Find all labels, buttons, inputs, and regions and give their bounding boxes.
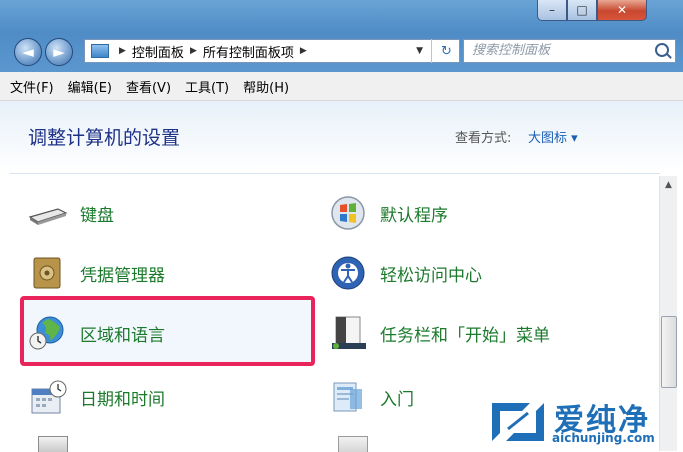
item-label: 任务栏和「开始」菜单 bbox=[380, 325, 550, 346]
item-label: 日期和时间 bbox=[80, 389, 165, 410]
item-label: 凭据管理器 bbox=[80, 265, 165, 286]
partial-item-icon bbox=[38, 436, 68, 452]
address-bar[interactable]: ▶ 控制面板 ▶ 所有控制面板项 ▶ ▼ bbox=[84, 39, 460, 63]
refresh-button[interactable]: ↻ bbox=[431, 39, 461, 63]
view-by-label: 查看方式: bbox=[455, 131, 512, 146]
close-button[interactable]: ✕ bbox=[597, 0, 647, 21]
scroll-thumb[interactable] bbox=[661, 316, 677, 388]
taskbar-icon bbox=[328, 315, 368, 351]
title-bar: – □ ✕ ◄ ► ▶ 控制面板 ▶ 所有控制面板项 ▶ ▼ ↻ 搜索控制面板 bbox=[0, 0, 683, 72]
item-label: 入门 bbox=[380, 389, 414, 410]
breadcrumb-separator-icon: ▶ bbox=[119, 46, 126, 56]
scroll-up-icon[interactable]: ▲ bbox=[660, 176, 677, 193]
search-placeholder: 搜索控制面板 bbox=[472, 43, 551, 58]
breadcrumb-control-panel[interactable]: 控制面板 bbox=[132, 42, 184, 61]
minimize-button[interactable]: – bbox=[537, 0, 567, 21]
breadcrumb-all-items[interactable]: 所有控制面板项 bbox=[203, 42, 294, 61]
breadcrumb-separator-icon: ▶ bbox=[189, 46, 197, 56]
partial-item-icon bbox=[338, 436, 368, 452]
item-default-programs[interactable]: 默认程序 bbox=[328, 193, 448, 233]
forward-button[interactable]: ► bbox=[45, 38, 73, 66]
view-by-dropdown[interactable]: 大图标 ▾ bbox=[528, 127, 578, 146]
menu-file[interactable]: 文件(F) bbox=[10, 77, 54, 96]
address-dropdown-icon[interactable]: ▼ bbox=[416, 46, 423, 56]
item-region-language[interactable]: 区域和语言 bbox=[28, 313, 165, 353]
maximize-button[interactable]: □ bbox=[567, 0, 597, 21]
watermark-logo-icon bbox=[492, 403, 544, 441]
refresh-icon: ↻ bbox=[441, 43, 452, 59]
watermark: 爱纯净 aichunjing.com bbox=[488, 397, 668, 451]
item-label: 区域和语言 bbox=[80, 325, 165, 346]
menu-help[interactable]: 帮助(H) bbox=[243, 77, 289, 96]
item-label: 键盘 bbox=[80, 205, 114, 226]
breadcrumb-separator-icon: ▶ bbox=[299, 46, 307, 56]
search-icon[interactable] bbox=[655, 43, 669, 57]
divider bbox=[10, 173, 660, 174]
item-getting-started[interactable]: 入门 bbox=[328, 377, 414, 417]
control-panel-icon bbox=[91, 44, 109, 58]
item-credential-manager[interactable]: 凭据管理器 bbox=[28, 253, 165, 293]
getting-started-icon bbox=[328, 379, 368, 415]
accessibility-icon bbox=[328, 255, 368, 291]
item-ease-of-access[interactable]: 轻松访问中心 bbox=[328, 253, 482, 293]
search-input[interactable]: 搜索控制面板 bbox=[463, 39, 676, 63]
globe-clock-icon bbox=[28, 315, 68, 351]
item-date-time[interactable]: 日期和时间 bbox=[28, 377, 165, 417]
back-arrow-icon: ◄ bbox=[22, 43, 34, 61]
item-label: 轻松访问中心 bbox=[380, 265, 482, 286]
menu-edit[interactable]: 编辑(E) bbox=[68, 77, 112, 96]
forward-arrow-icon: ► bbox=[53, 43, 65, 61]
keyboard-icon bbox=[28, 195, 68, 231]
item-keyboard[interactable]: 键盘 bbox=[28, 193, 114, 233]
menu-view[interactable]: 查看(V) bbox=[126, 77, 171, 96]
calendar-clock-icon bbox=[28, 379, 68, 415]
item-label: 默认程序 bbox=[380, 205, 448, 226]
windows-flag-icon bbox=[328, 195, 368, 231]
vault-icon bbox=[28, 255, 68, 291]
menu-bar: 文件(F) 编辑(E) 查看(V) 工具(T) 帮助(H) bbox=[0, 72, 683, 101]
watermark-url: aichunjing.com bbox=[552, 431, 655, 445]
menu-tools[interactable]: 工具(T) bbox=[185, 77, 229, 96]
back-button[interactable]: ◄ bbox=[14, 38, 42, 66]
item-taskbar-start-menu[interactable]: 任务栏和「开始」菜单 bbox=[328, 313, 550, 353]
window-controls: – □ ✕ bbox=[537, 0, 675, 22]
page-title: 调整计算机的设置 bbox=[28, 127, 181, 149]
